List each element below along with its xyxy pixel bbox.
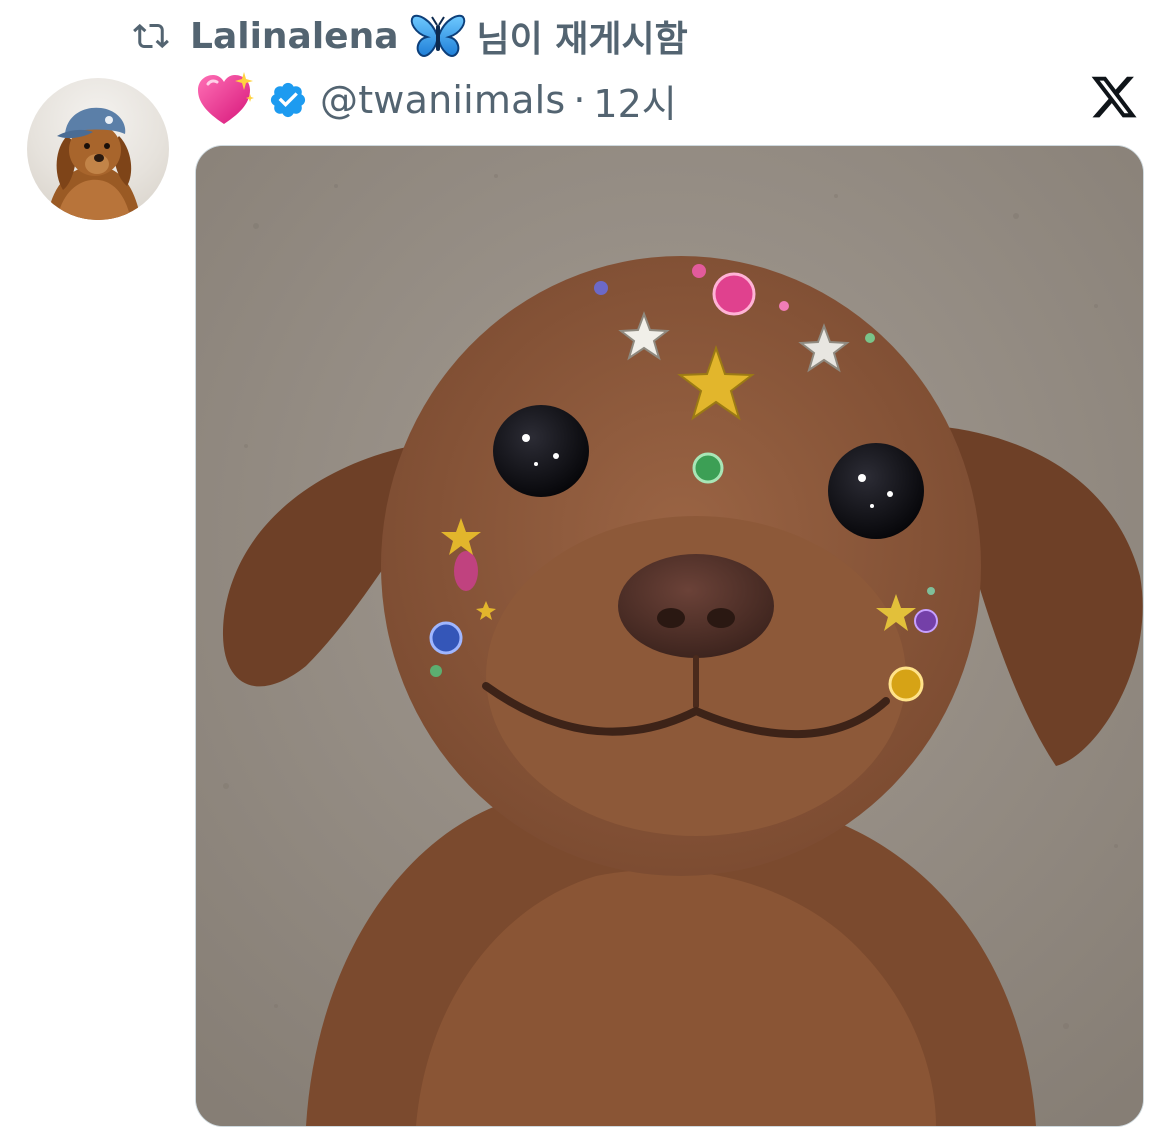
verified-badge-icon[interactable] [268, 80, 308, 120]
post-time[interactable]: 12시 [593, 73, 676, 128]
author-handle[interactable]: @twaniimals [320, 78, 565, 122]
x-logo-icon [1088, 72, 1140, 122]
author-avatar[interactable] [27, 78, 169, 220]
sparkling-heart-emoji [196, 70, 256, 130]
dog-avatar-image [47, 107, 141, 220]
post-image[interactable] [195, 145, 1144, 1127]
separator-dot: · [573, 78, 586, 122]
retweet-indicator[interactable]: Lalinalena 님이 재게시함 [128, 10, 688, 62]
butterfly-emoji [409, 13, 467, 59]
retweet-icon [128, 13, 174, 59]
retweeter-name[interactable]: Lalinalena [190, 16, 399, 57]
retweet-suffix: 님이 재게시함 [476, 19, 688, 60]
puppy-photo [196, 146, 1143, 1126]
tweet-header: @twaniimals · 12시 [196, 70, 677, 130]
